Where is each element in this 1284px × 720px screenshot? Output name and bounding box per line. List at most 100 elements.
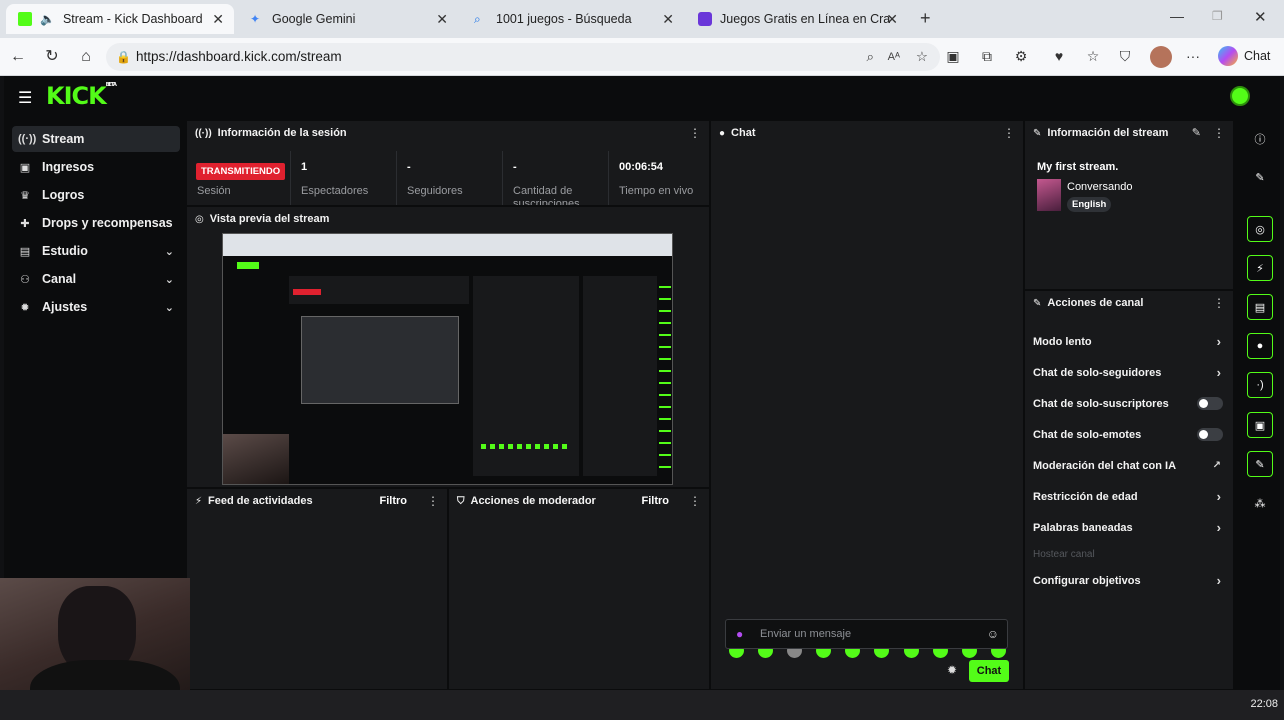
panel-title: Vista previa del stream <box>209 213 330 225</box>
action-label: Chat de solo-seguidores <box>1033 366 1162 379</box>
close-tab-icon[interactable]: ✕ <box>436 11 448 28</box>
stat-label: Sesión <box>197 185 231 197</box>
microphone-icon[interactable]: ● <box>736 620 743 648</box>
info-icon[interactable]: ⓘ <box>1247 126 1273 152</box>
chevron-right-icon: › <box>1216 520 1221 535</box>
chat-bubble-icon: ● <box>719 127 726 139</box>
action-configurar-objetivos[interactable]: Configurar objetivos › <box>1025 565 1233 596</box>
extensions-icon[interactable]: ⚙ <box>1012 48 1030 65</box>
tab-google-gemini[interactable]: ✦ Google Gemini ✕ <box>238 4 458 34</box>
url-input[interactable]: 🔒 https://dashboard.kick.com/stream ⌕ Aᴬ… <box>106 43 940 71</box>
reload-icon[interactable]: ↻ <box>42 47 62 67</box>
crazygames-favicon-icon <box>698 12 712 26</box>
speaker-icon[interactable]: 🔈 <box>40 12 55 26</box>
sidebar-item-label: Canal <box>42 272 77 286</box>
sidebar-item-estudio[interactable]: ▤ Estudio ⌄ <box>12 238 180 264</box>
wrench-icon[interactable]: ✎ <box>1247 451 1273 477</box>
sidebar-item-label: Ingresos <box>42 160 95 174</box>
tab-kick-dashboard[interactable]: 🔈 Stream - Kick Dashboard ✕ <box>6 4 234 34</box>
tab-crazygames[interactable]: Juegos Gratis en Línea en CrazyGa ✕ <box>686 4 908 34</box>
tab-label: Stream - Kick Dashboard <box>62 12 203 26</box>
chat-send-button[interactable]: Chat <box>969 660 1009 682</box>
action-solo-seguidores[interactable]: Chat de solo-seguidores › <box>1025 357 1233 388</box>
gift-icon: ✚ <box>20 217 30 230</box>
copilot-label: Chat <box>1244 49 1271 63</box>
emoji-icon[interactable]: ☺ <box>987 620 999 648</box>
sidebar-item-stream[interactable]: ((·)) Stream <box>12 126 180 152</box>
close-tab-icon[interactable]: ✕ <box>886 11 898 28</box>
user-avatar[interactable] <box>1230 86 1250 106</box>
back-icon[interactable]: ← <box>8 47 28 67</box>
sidebar-item-logros[interactable]: ♛ Logros <box>12 182 180 208</box>
more-options-icon[interactable]: ··· <box>1184 48 1202 64</box>
action-label: Configurar objetivos <box>1033 574 1141 587</box>
toggle-switch[interactable] <box>1197 428 1223 441</box>
action-label: Palabras baneadas <box>1033 521 1133 534</box>
kick-favicon-icon <box>18 12 32 26</box>
kebab-menu-icon[interactable]: ⋮ <box>1213 296 1225 310</box>
stat-value: - <box>407 161 411 173</box>
category-name[interactable]: Conversando <box>1067 181 1132 193</box>
close-window-icon[interactable]: ✕ <box>1254 8 1267 26</box>
browser-essentials-icon[interactable]: ⛉ <box>1116 48 1134 65</box>
stat-subscriptions: - Cantidad de suscripciones <box>503 151 609 205</box>
chat-bubble-icon[interactable]: ● <box>1247 333 1273 359</box>
hamburger-menu-icon[interactable]: ☰ <box>18 88 32 108</box>
add-widget-icon[interactable]: ⁂ <box>1247 490 1273 516</box>
broadcast-icon[interactable]: ·) <box>1247 372 1273 398</box>
toggle-switch[interactable] <box>1197 397 1223 410</box>
kebab-menu-icon[interactable]: ⋮ <box>1213 126 1225 140</box>
chat-settings-icon[interactable]: ✹ <box>947 663 957 677</box>
action-label: Chat de solo-emotes <box>1033 428 1142 441</box>
tab-1001-juegos[interactable]: ⌕ 1001 juegos - Búsqueda ✕ <box>462 4 684 34</box>
read-aloud-icon[interactable]: Aᴬ <box>888 43 900 71</box>
category-thumbnail <box>1037 179 1061 211</box>
filter-button[interactable]: Filtro <box>642 495 670 507</box>
action-restriccion-edad[interactable]: Restricción de edad › <box>1025 481 1233 512</box>
zoom-icon[interactable]: ⌕ <box>866 43 874 71</box>
chevron-down-icon: ⌄ <box>164 273 174 286</box>
channel-actions-panel: ✎ Acciones de canal ⋮ Modo lento › Chat … <box>1024 290 1234 690</box>
split-screen-icon[interactable]: ▣ <box>944 48 962 65</box>
bolt-icon[interactable]: ⚡ <box>1247 255 1273 281</box>
action-moderacion-ia[interactable]: Moderación del chat con IA ↗ <box>1025 450 1233 481</box>
home-icon[interactable]: ⌂ <box>76 47 96 67</box>
wrench-icon: ✎ <box>1033 297 1042 309</box>
kebab-menu-icon[interactable]: ⋮ <box>427 494 439 508</box>
kebab-menu-icon[interactable]: ⋮ <box>1003 126 1015 140</box>
moderator-icon[interactable]: ▣ <box>1247 412 1273 438</box>
new-tab-icon[interactable]: + <box>920 8 931 29</box>
tab-label: 1001 juegos - Búsqueda <box>496 12 632 26</box>
document-icon[interactable]: ▤ <box>1247 294 1273 320</box>
close-tab-icon[interactable]: ✕ <box>212 11 224 28</box>
collections-icon[interactable]: ⧉ <box>978 48 996 65</box>
profile-avatar[interactable] <box>1150 46 1172 68</box>
kebab-menu-icon[interactable]: ⋮ <box>689 494 701 508</box>
sidebar-item-ajustes[interactable]: ✹ Ajustes ⌄ <box>12 294 180 320</box>
preview-toggle-icon[interactable]: ◎ <box>1247 216 1273 242</box>
kebab-menu-icon[interactable]: ⋮ <box>689 126 701 140</box>
filter-button[interactable]: Filtro <box>380 495 408 507</box>
sidebar-item-drops[interactable]: ✚ Drops y recompensas <box>12 210 180 236</box>
stream-preview-video[interactable] <box>222 233 673 485</box>
panel-header: ✎ Acciones de canal <box>1025 291 1233 315</box>
sidebar-item-canal[interactable]: ⚇ Canal ⌄ <box>12 266 180 292</box>
chat-message-input[interactable]: ● Enviar un mensaje ☺ <box>725 619 1008 649</box>
kick-logo[interactable]: KICKBETA <box>46 82 117 110</box>
close-tab-icon[interactable]: ✕ <box>662 11 674 28</box>
chevron-down-icon: ⌄ <box>164 245 174 258</box>
edit-icon[interactable]: ✎ <box>1192 126 1201 139</box>
sidebar-item-ingresos[interactable]: ▣ Ingresos <box>12 154 180 180</box>
favorite-star-icon[interactable]: ☆ <box>916 43 928 71</box>
chevron-right-icon: › <box>1216 489 1221 504</box>
favorites-icon[interactable]: ☆ <box>1084 48 1102 65</box>
edit-icon[interactable]: ✎ <box>1247 164 1273 190</box>
preview-kick-logo <box>237 262 259 269</box>
action-modo-lento[interactable]: Modo lento › <box>1025 326 1233 357</box>
preview-icon: ◎ <box>195 213 204 225</box>
minimize-icon[interactable]: — <box>1170 8 1184 24</box>
stat-label: Tiempo en vivo <box>619 185 694 197</box>
copilot-button[interactable]: Chat <box>1218 46 1270 66</box>
performance-icon[interactable]: ♥ <box>1050 48 1068 64</box>
restore-icon[interactable]: ❐ <box>1212 9 1223 23</box>
